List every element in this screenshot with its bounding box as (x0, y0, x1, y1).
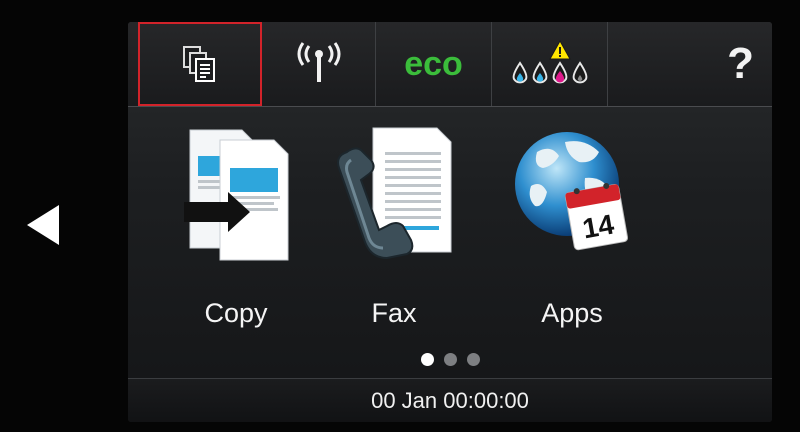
apps-label: Apps (541, 298, 603, 328)
apps-globe-calendar-icon: 14 (515, 132, 629, 251)
printer-home-screen: eco ? Copy Fax 14 Apps 00 Jan 00:00:00 (128, 22, 772, 422)
copy-label: Copy (204, 298, 268, 328)
status-bar: 00 Jan 00:00:00 (128, 378, 772, 422)
top-toolbar: eco ? (128, 22, 772, 107)
fax-icon (337, 127, 452, 260)
wireless-signal-icon (297, 42, 340, 82)
copy-documents-icon (182, 46, 215, 82)
copy-documents-button[interactable] (138, 22, 262, 106)
page-indicator (128, 353, 772, 366)
page-dot-2[interactable] (443, 353, 457, 366)
fax-tile[interactable]: Fax (314, 122, 474, 352)
page-dot-3[interactable] (466, 353, 480, 366)
help-button[interactable]: ? (608, 22, 772, 106)
fax-label: Fax (371, 298, 417, 328)
eco-label: eco (404, 44, 463, 83)
datetime-text: 00 Jan 00:00:00 (371, 388, 529, 413)
eco-button[interactable]: eco (376, 22, 492, 106)
wireless-button[interactable] (262, 22, 376, 106)
ink-levels-button[interactable] (492, 22, 608, 106)
help-label: ? (727, 39, 754, 88)
page-dot-1[interactable] (420, 353, 434, 366)
copy-icon (184, 129, 289, 261)
copy-tile[interactable]: Copy (156, 122, 316, 352)
calendar-day-text: 14 (580, 208, 616, 244)
apps-tile[interactable]: 14 Apps (492, 122, 652, 352)
previous-page-arrow[interactable] (27, 205, 59, 245)
ink-levels-warning-icon (512, 39, 587, 84)
